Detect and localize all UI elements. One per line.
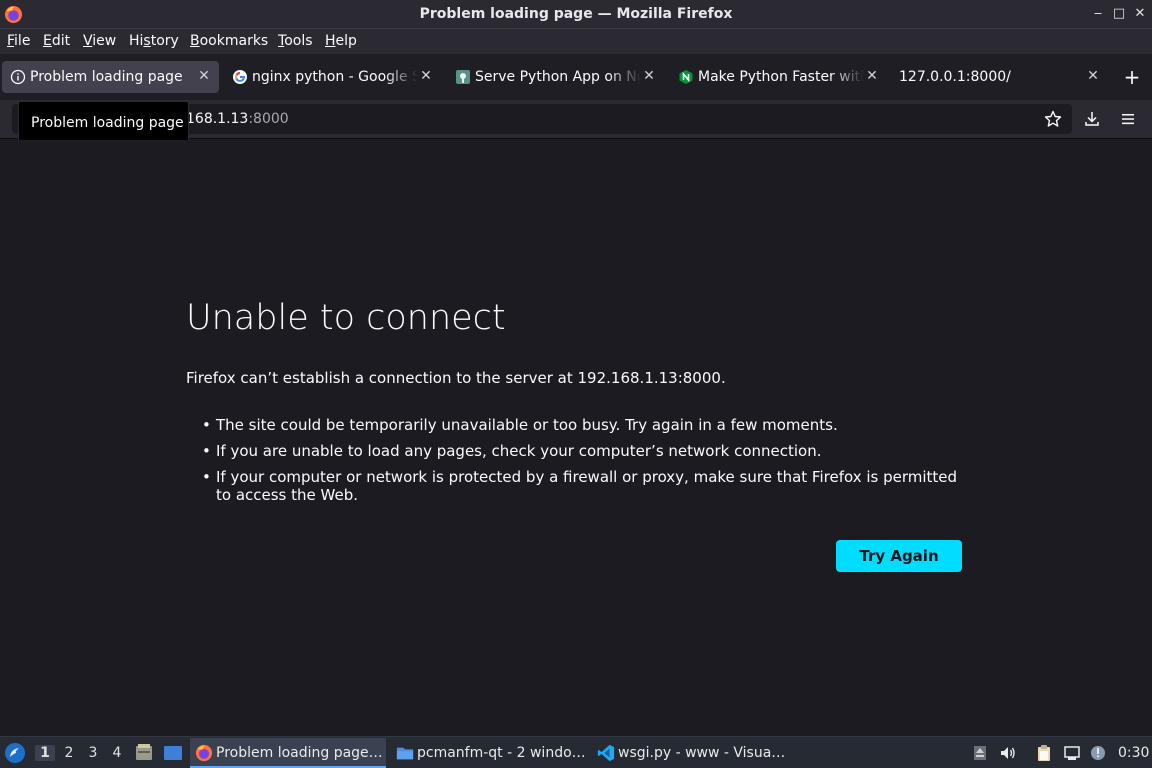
menu-history[interactable]: History bbox=[129, 33, 179, 49]
minimize-button[interactable]: ‒ bbox=[1090, 6, 1106, 21]
nginx-icon bbox=[679, 70, 693, 84]
desktop-1-button[interactable]: 1 bbox=[35, 745, 55, 761]
maximize-button[interactable]: □ bbox=[1111, 6, 1127, 21]
url-text[interactable]: 168.1.13:8000 bbox=[186, 111, 289, 127]
menu-bar: File Edit View History Bookmarks Tools H… bbox=[0, 29, 1152, 54]
tooltip-text: Problem loading page bbox=[31, 115, 184, 131]
desktop-4-button[interactable]: 4 bbox=[107, 745, 127, 761]
error-suggestions: The site could be temporarily unavailabl… bbox=[202, 416, 982, 512]
downloads-icon[interactable] bbox=[1083, 110, 1101, 128]
tab-problem-loading[interactable]: Problem loading page ✕ bbox=[2, 61, 219, 93]
hamburger-menu-icon[interactable] bbox=[1119, 110, 1137, 128]
new-tab-button[interactable]: + bbox=[1122, 65, 1142, 89]
tab-serve-python-app[interactable]: Serve Python App on Nginx ✕ bbox=[447, 61, 663, 93]
menu-bookmarks[interactable]: Bookmarks bbox=[190, 33, 268, 49]
menu-tools[interactable]: Tools bbox=[278, 33, 313, 49]
vscode-icon bbox=[597, 744, 615, 762]
tab-label: 127.0.0.1:8000/ bbox=[899, 69, 1011, 85]
close-window-button[interactable]: ✕ bbox=[1132, 6, 1148, 21]
suggestion-item: The site could be temporarily unavailabl… bbox=[202, 416, 982, 434]
desktop-2-button[interactable]: 2 bbox=[59, 745, 79, 761]
menu-edit[interactable]: Edit bbox=[43, 33, 70, 49]
task-label: Problem loading page… bbox=[216, 745, 383, 761]
start-menu-icon[interactable] bbox=[4, 742, 26, 764]
tray-arrow-icon[interactable] bbox=[971, 744, 989, 762]
close-tab-icon[interactable]: ✕ bbox=[1086, 68, 1100, 84]
desktop-3-button[interactable]: 3 bbox=[83, 745, 103, 761]
taskbar: 1 2 3 4 Problem loading page… pcmanfm-qt… bbox=[0, 736, 1152, 768]
error-description: Firefox can’t establish a connection to … bbox=[186, 369, 726, 387]
taskbar-task-vscode[interactable]: wsgi.py - www - Visua… bbox=[592, 738, 790, 768]
tab-label: nginx python - Google Search bbox=[252, 69, 418, 85]
tab-nginx-python-google[interactable]: nginx python - Google Search ✕ bbox=[224, 61, 440, 93]
clock: 0:30 bbox=[1118, 745, 1150, 761]
info-icon bbox=[10, 69, 26, 85]
menu-view[interactable]: View bbox=[83, 33, 116, 49]
url-host: 168.1.13 bbox=[186, 111, 249, 127]
taskbar-task-firefox[interactable]: Problem loading page… bbox=[190, 738, 386, 768]
tab-label: Make Python Faster with bbox=[698, 69, 864, 85]
menu-help[interactable]: Help bbox=[325, 33, 357, 49]
tab-localhost[interactable]: 127.0.0.1:8000/ ✕ bbox=[893, 61, 1109, 93]
tab-strip: Problem loading page ✕ nginx python - Go… bbox=[0, 54, 1152, 100]
folder-icon bbox=[396, 747, 414, 760]
window-title: Problem loading page — Mozilla Firefox bbox=[419, 6, 733, 22]
bookmark-star-icon[interactable] bbox=[1044, 110, 1062, 128]
site-icon bbox=[456, 70, 470, 84]
tab-tooltip: Problem loading page bbox=[18, 101, 189, 143]
show-desktop-icon[interactable] bbox=[162, 743, 184, 763]
menu-file[interactable]: File bbox=[7, 33, 30, 49]
close-tab-icon[interactable]: ✕ bbox=[419, 68, 433, 84]
task-label: wsgi.py - www - Visua… bbox=[618, 745, 786, 761]
suggestion-item: If you are unable to load any pages, che… bbox=[202, 442, 982, 460]
error-title: Unable to connect bbox=[186, 298, 506, 338]
taskbar-task-pcmanfm[interactable]: pcmanfm-qt - 2 windo… bbox=[391, 738, 589, 768]
tab-make-python-faster[interactable]: Make Python Faster with ✕ bbox=[670, 61, 886, 93]
close-tab-icon[interactable]: ✕ bbox=[642, 68, 656, 84]
url-port: :8000 bbox=[248, 111, 289, 127]
clipboard-icon[interactable] bbox=[1035, 744, 1053, 762]
file-manager-launcher-icon[interactable] bbox=[134, 743, 154, 763]
notification-icon[interactable] bbox=[1089, 744, 1107, 762]
tab-label: Problem loading page bbox=[30, 69, 183, 85]
firefox-icon bbox=[195, 744, 213, 762]
error-page: Unable to connect Firefox can’t establis… bbox=[0, 140, 1152, 736]
try-again-button[interactable]: Try Again bbox=[836, 540, 962, 572]
volume-icon[interactable] bbox=[999, 744, 1017, 762]
task-label: pcmanfm-qt - 2 windo… bbox=[417, 745, 586, 761]
close-tab-icon[interactable]: ✕ bbox=[197, 68, 211, 84]
window-titlebar: Problem loading page — Mozilla Firefox ‒… bbox=[0, 0, 1152, 29]
network-icon[interactable] bbox=[1063, 744, 1081, 762]
tab-label: Serve Python App on Nginx bbox=[475, 69, 641, 85]
close-tab-icon[interactable]: ✕ bbox=[865, 68, 879, 84]
suggestion-item: If your computer or network is protected… bbox=[202, 468, 972, 504]
google-icon bbox=[233, 70, 247, 84]
